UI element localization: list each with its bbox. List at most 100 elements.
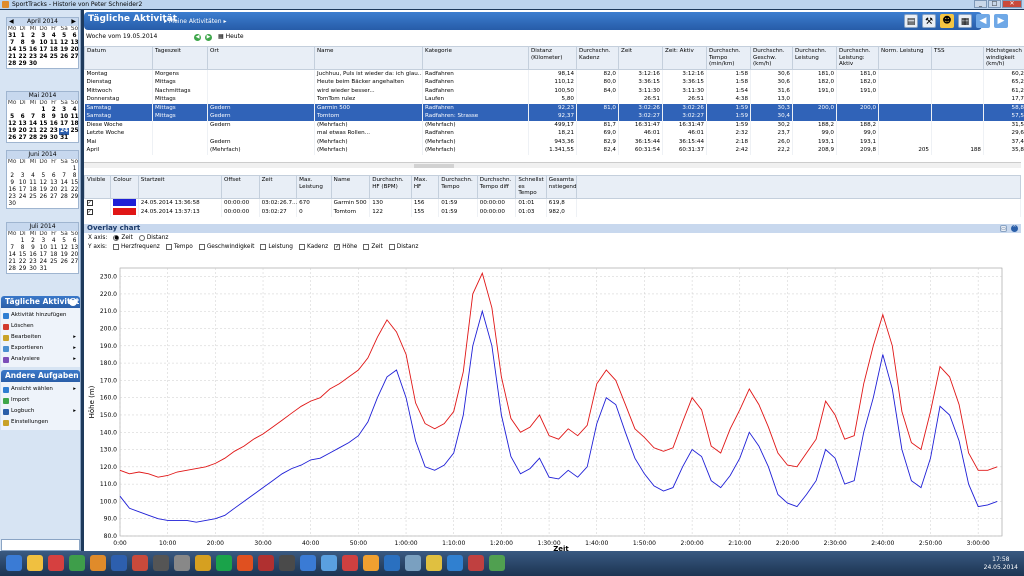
taskbar-app-icon[interactable] — [384, 555, 400, 571]
calendar-day[interactable]: 22 — [38, 128, 48, 135]
calendar-day[interactable]: 9 — [7, 180, 17, 187]
calendar-day[interactable]: 27 — [17, 135, 27, 142]
chart-collapse-icon[interactable]: ⌃ — [1011, 225, 1018, 232]
calendar-day[interactable]: 18 — [28, 187, 38, 194]
taskbar-app-icon[interactable] — [321, 555, 337, 571]
calendar-day[interactable]: 24 — [38, 259, 48, 266]
calendar-day[interactable]: 21 — [28, 128, 38, 135]
calendar-day[interactable]: 15 — [17, 47, 27, 54]
taskbar-app-icon[interactable] — [111, 555, 127, 571]
calendar-day[interactable]: 19 — [59, 47, 69, 54]
table-row[interactable]: Donnerstag Mittags TomTom rulez Laufen 5,80 2… — [84, 95, 1024, 104]
visible-checkbox[interactable]: ✓ — [86, 208, 93, 215]
calendar-day[interactable]: 11 — [49, 40, 59, 47]
taskbar-app-icon[interactable] — [216, 555, 232, 571]
calendar-day[interactable]: 1 — [17, 238, 27, 245]
calendar-day[interactable]: 24 — [17, 194, 27, 201]
task-item[interactable]: Analysiere ▸ — [1, 354, 80, 365]
column-header[interactable]: Offset — [221, 175, 260, 199]
calendar-day[interactable]: 15 — [17, 252, 27, 259]
calendar-day[interactable]: 16 — [49, 121, 59, 128]
column-header[interactable]: Durchschn. Leistung: Aktiv — [836, 46, 879, 70]
calendar-day[interactable]: 9 — [28, 40, 38, 47]
calendar-day[interactable]: 24 — [58, 128, 70, 135]
checkbox-icon[interactable] — [198, 244, 205, 250]
x-axis-option[interactable]: ● Zeit — [113, 234, 133, 242]
calendar-day[interactable]: 3 — [17, 173, 27, 180]
calendar-day[interactable]: 22 — [17, 54, 27, 61]
calendar-day[interactable]: 8 — [17, 245, 27, 252]
calendar-day[interactable]: 7 — [28, 114, 38, 121]
taskbar-app-icon[interactable] — [195, 555, 211, 571]
calendar-day[interactable]: 30 — [7, 201, 17, 208]
calendar-day[interactable]: 25 — [49, 259, 59, 266]
calendar-day[interactable]: 17 — [38, 47, 48, 54]
taskbar-app-icon[interactable] — [48, 555, 64, 571]
column-header[interactable]: Durchschn. Leistung — [792, 46, 837, 70]
list-view-icon[interactable]: ▤ — [904, 14, 918, 28]
column-header[interactable]: Visible — [83, 175, 112, 199]
y-axis-option[interactable]: ✓ Höhe — [334, 243, 357, 251]
column-header[interactable]: Distanz (Kilometer) — [528, 46, 577, 70]
calendar-day[interactable]: 3 — [38, 33, 48, 40]
calendar-day[interactable]: 12 — [38, 180, 48, 187]
checkbox-icon[interactable] — [388, 244, 395, 250]
calendar-day[interactable]: 14 — [7, 47, 17, 54]
calendar-day[interactable]: 31 — [59, 135, 69, 142]
y-axis-option[interactable]: Zeit — [363, 243, 383, 251]
overlay-row[interactable]: ✓ 24.05.2014 13:37:13 00:00:00 03:02:27 0 Tom… — [84, 207, 1021, 217]
table-row[interactable]: Samstag Mittags Gedern Garmin 500 Radfahren 9… — [84, 103, 1024, 112]
calendar-day[interactable]: 18 — [69, 121, 79, 128]
column-header[interactable]: Tageszeit — [152, 46, 208, 70]
calendar-day[interactable]: 30 — [49, 135, 59, 142]
taskbar-app-icon[interactable] — [405, 555, 421, 571]
breadcrumb[interactable]: ▸ Meine Aktivitäten ▸ — [164, 18, 226, 25]
calendar-day[interactable]: 22 — [17, 259, 27, 266]
calendar-day[interactable]: 19 — [7, 128, 17, 135]
calendar-day[interactable]: 29 — [69, 194, 79, 201]
calendar-day[interactable]: 8 — [38, 114, 48, 121]
calendar-day[interactable]: 25 — [49, 54, 59, 61]
y-axis-option[interactable]: Tempo — [165, 243, 193, 251]
task-panel-header[interactable]: Tägliche Aktivität ⌃ — [1, 296, 80, 308]
back-arrow-icon[interactable]: ◀ — [976, 14, 990, 28]
task-item[interactable]: Logbuch ▸ — [1, 406, 80, 417]
calendar-day[interactable]: 30 — [28, 61, 38, 68]
today-button[interactable]: ▦ Heute — [218, 32, 244, 42]
calendar-day[interactable]: 10 — [38, 40, 48, 47]
calendar-day[interactable]: 10 — [38, 245, 48, 252]
calendar-day[interactable]: 16 — [7, 187, 17, 194]
calendar-day[interactable]: 13 — [69, 40, 79, 47]
horizontal-scrollbar[interactable] — [84, 162, 1021, 168]
search-input[interactable] — [1, 539, 80, 551]
column-header[interactable]: Max. HF — [410, 175, 440, 199]
calendar-day[interactable]: 7 — [7, 245, 17, 252]
calendar-day[interactable]: 27 — [69, 54, 79, 61]
calendar-day[interactable]: 10 — [59, 114, 69, 121]
maximize-button[interactable]: □ — [988, 0, 1001, 8]
checkbox-icon[interactable] — [363, 244, 370, 250]
calendar-day[interactable]: 26 — [7, 135, 17, 142]
checkbox-icon[interactable] — [112, 244, 119, 250]
calendar-day[interactable]: 16 — [28, 252, 38, 259]
taskbar-app-icon[interactable] — [153, 555, 169, 571]
calendar-day[interactable]: 15 — [69, 180, 79, 187]
calendar-day[interactable]: 5 — [59, 33, 69, 40]
calendar-day[interactable]: 11 — [69, 114, 79, 121]
colour-swatch[interactable] — [113, 198, 136, 206]
calendar-day[interactable]: 29 — [38, 135, 48, 142]
calendar-day[interactable]: 25 — [28, 194, 38, 201]
calendar-day[interactable]: 1 — [38, 107, 48, 114]
calendar-day[interactable]: 5 — [59, 238, 69, 245]
calendar-day[interactable]: 14 — [59, 180, 69, 187]
calendar-day[interactable]: 19 — [59, 252, 69, 259]
calendar-day[interactable]: 10 — [17, 180, 27, 187]
column-header[interactable]: Schnellst es Tempo — [515, 175, 547, 199]
table-row[interactable]: Diese Woche Gedern (Mehrfach) (Mehrfach) 499… — [84, 120, 1024, 129]
column-header[interactable]: Name — [314, 46, 423, 70]
taskbar-app-icon[interactable] — [342, 555, 358, 571]
radio-icon[interactable]: ● — [113, 235, 120, 241]
calendar-day[interactable]: 29 — [17, 61, 27, 68]
forward-arrow-icon[interactable]: ▶ — [994, 14, 1008, 28]
calendar-day[interactable]: 26 — [59, 54, 69, 61]
